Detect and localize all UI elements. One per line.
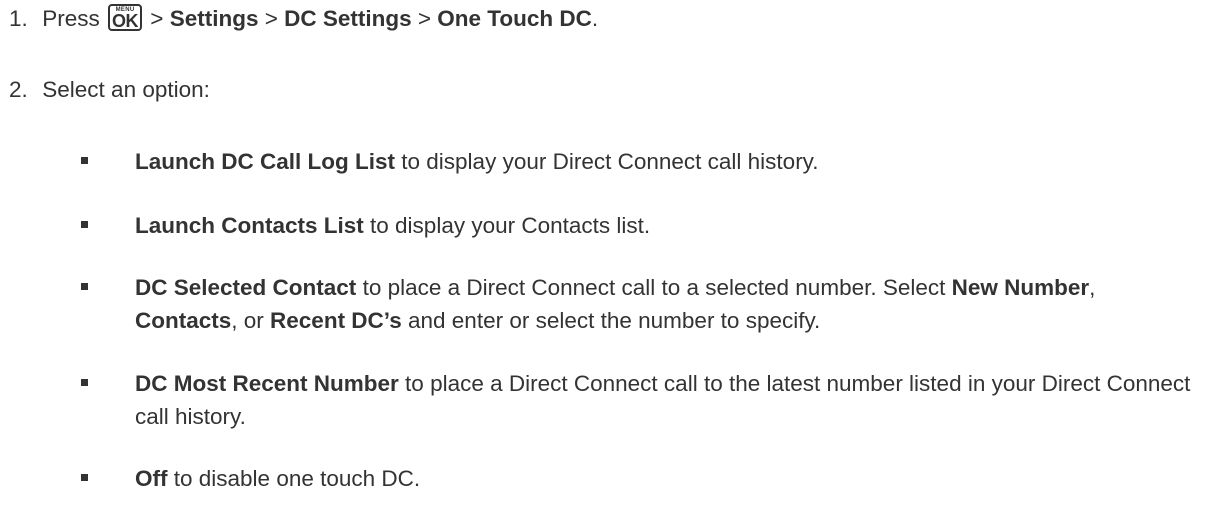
- option-text: Launch Contacts List to display your Con…: [135, 209, 1201, 242]
- bullet-icon: [81, 283, 88, 290]
- option-title: DC Selected Contact: [135, 275, 357, 300]
- key-main-label: OK: [112, 11, 139, 31]
- option-dc-most-recent-number: DC Most Recent Number to place a Direct …: [81, 367, 1201, 433]
- option-text: Off to disable one touch DC.: [135, 462, 1201, 495]
- option-choice-new-number: New Number: [951, 275, 1090, 300]
- bullet-icon: [81, 474, 88, 481]
- option-description: ,: [1089, 275, 1096, 300]
- option-description: , or: [231, 308, 271, 333]
- option-choice-recent-dcs: Recent DC’s: [270, 308, 402, 333]
- option-dc-selected-contact: DC Selected Contact to place a Direct Co…: [81, 271, 1201, 337]
- path-dc-settings: DC Settings: [284, 6, 412, 31]
- option-description: to display your Direct Connect call hist…: [395, 149, 819, 174]
- step-1: 1. Press MENU OK > Settings > DC Setting…: [9, 4, 598, 32]
- option-description: to display your Contacts list.: [363, 213, 651, 238]
- path-separator: >: [411, 6, 438, 31]
- option-text: Launch DC Call Log List to display your …: [135, 145, 1201, 178]
- path-separator: >: [258, 6, 285, 31]
- path-separator: >: [144, 6, 170, 31]
- step-2: 2. Select an option:: [9, 77, 210, 103]
- option-title: DC Most Recent Number: [135, 371, 399, 396]
- bullet-icon: [81, 379, 88, 386]
- option-launch-dc-call-log-list: Launch DC Call Log List to display your …: [81, 145, 1201, 178]
- step-text: Select an option:: [42, 77, 210, 102]
- step-suffix: .: [591, 6, 599, 31]
- option-description: to disable one touch DC.: [167, 466, 421, 491]
- option-choice-contacts: Contacts: [135, 308, 232, 333]
- path-settings: Settings: [169, 6, 259, 31]
- step-number: 2.: [9, 77, 28, 102]
- option-title: Launch Contacts List: [135, 213, 364, 238]
- option-description: and enter or select the number to specif…: [401, 308, 821, 333]
- option-description: to place a Direct Connect call to a sele…: [356, 275, 952, 300]
- option-text: DC Most Recent Number to place a Direct …: [135, 367, 1201, 433]
- path-one-touch-dc: One Touch DC: [437, 6, 592, 31]
- option-launch-contacts-list: Launch Contacts List to display your Con…: [81, 209, 1201, 242]
- option-off: Off to disable one touch DC.: [81, 462, 1201, 495]
- bullet-icon: [81, 157, 88, 164]
- option-title: Off: [135, 466, 168, 491]
- option-title: Launch DC Call Log List: [135, 149, 396, 174]
- menu-ok-key-icon: MENU OK: [108, 4, 143, 31]
- step-text: Press: [42, 6, 100, 31]
- bullet-icon: [81, 221, 88, 228]
- option-text: DC Selected Contact to place a Direct Co…: [135, 271, 1201, 337]
- step-number: 1.: [9, 6, 28, 31]
